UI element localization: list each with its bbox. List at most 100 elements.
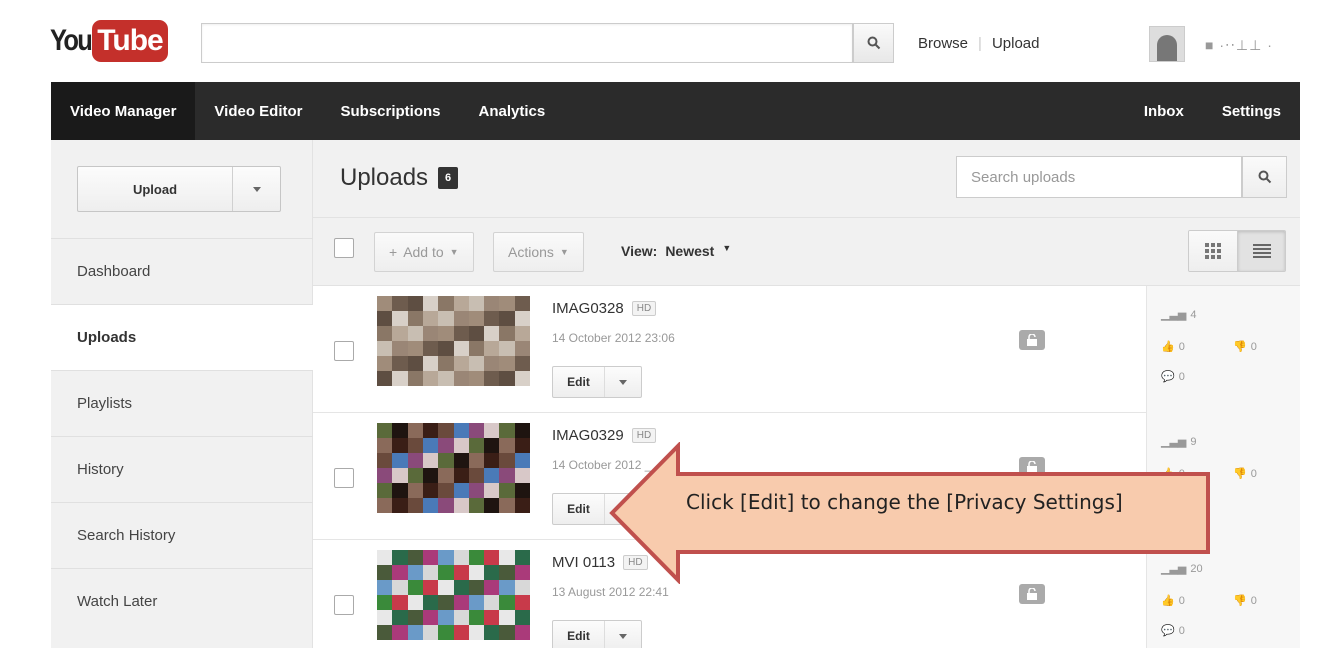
- logo-tube: Tube: [92, 20, 168, 62]
- list-view-button[interactable]: [1237, 231, 1285, 271]
- privacy-unlock-icon: [1019, 330, 1045, 350]
- comments-count: 0: [1178, 624, 1185, 637]
- add-to-label: Add to: [403, 244, 444, 260]
- edit-dropdown[interactable]: [605, 367, 641, 397]
- upload-link[interactable]: Upload: [992, 35, 1040, 52]
- thumbs-down-icon: 👎: [1233, 341, 1247, 353]
- nav-settings[interactable]: Settings: [1203, 82, 1300, 140]
- youtube-video-manager: You Tube Browse | Upload ■ ·‧‧⊥⊥ · Video…: [0, 0, 1331, 648]
- video-thumbnail[interactable]: [377, 423, 530, 513]
- thumbs-up-icon: 👍: [1161, 341, 1175, 353]
- plus-icon: +: [389, 244, 398, 260]
- username-menu[interactable]: ■ ·‧‧⊥⊥ ·: [1205, 37, 1273, 54]
- video-date: 14 October 2012 23:06: [552, 331, 675, 345]
- navbar: Video Manager Video Editor Subscriptions…: [51, 82, 1300, 140]
- edit-split-button: Edit: [552, 620, 642, 648]
- sidebar-list: Dashboard Uploads Playlists History Sear…: [51, 238, 313, 634]
- actions-label: Actions: [508, 244, 554, 260]
- sidebar-item-uploads[interactable]: Uploads: [51, 304, 313, 370]
- nav-inbox[interactable]: Inbox: [1125, 82, 1203, 140]
- view-sort-dropdown[interactable]: View: Newest ▼: [621, 243, 731, 259]
- video-checkbox[interactable]: [334, 595, 354, 615]
- views-bar-icon: ▁▃▅: [1161, 309, 1187, 321]
- chevron-down-icon: ▼: [449, 247, 459, 257]
- upload-split-button: Upload: [77, 166, 281, 212]
- page-title: Uploads 6: [340, 164, 459, 192]
- top-links: Browse | Upload: [918, 35, 1039, 52]
- edit-split-button: Edit: [552, 366, 642, 398]
- grid-icon: [1205, 243, 1221, 259]
- nav-subscriptions[interactable]: Subscriptions: [322, 82, 460, 140]
- nav-video-editor[interactable]: Video Editor: [195, 82, 321, 140]
- thumbs-down-icon: 👎: [1233, 468, 1247, 480]
- video-thumbnail[interactable]: [377, 550, 530, 640]
- video-date: 13 August 2012 22:41: [552, 585, 669, 599]
- view-toggle: [1188, 230, 1286, 272]
- uploads-header: Uploads 6 Search uploads: [313, 140, 1300, 218]
- comment-icon: 💬: [1161, 371, 1175, 383]
- uploads-count-badge: 6: [438, 167, 459, 189]
- chevron-down-icon: [619, 379, 627, 385]
- search-input[interactable]: [201, 23, 853, 63]
- select-all-checkbox[interactable]: [334, 238, 354, 258]
- dislikes-count: 0: [1250, 594, 1257, 607]
- dislikes-count: 0: [1250, 467, 1257, 480]
- likes-count: 0: [1178, 340, 1185, 353]
- link-separator: |: [978, 35, 982, 52]
- video-title-text[interactable]: IMAG0328: [552, 300, 624, 317]
- search-uploads-button[interactable]: [1242, 156, 1287, 198]
- chevron-down-icon: ▼: [722, 243, 732, 253]
- edit-button[interactable]: Edit: [553, 367, 605, 397]
- logo-you: You: [50, 24, 93, 57]
- chevron-down-icon: [619, 633, 627, 639]
- sidebar-item-history[interactable]: History: [51, 436, 313, 502]
- grid-view-button[interactable]: [1189, 231, 1237, 271]
- upload-dropdown[interactable]: [232, 167, 280, 211]
- video-checkbox[interactable]: [334, 468, 354, 488]
- search-icon: [867, 36, 880, 50]
- view-value: Newest: [665, 243, 715, 259]
- actions-button[interactable]: Actions ▼: [493, 232, 584, 272]
- video-title-text[interactable]: MVI 0113: [552, 554, 615, 571]
- view-label: View:: [621, 243, 658, 259]
- edit-button[interactable]: Edit: [553, 494, 605, 524]
- nav-analytics[interactable]: Analytics: [460, 82, 565, 140]
- search-icon: [1258, 170, 1271, 184]
- thumbs-down-icon: 👎: [1233, 595, 1247, 607]
- video-row: IMAG0328 HD 14 October 2012 23:06 Edit ▁…: [313, 286, 1300, 413]
- likes-count: 0: [1178, 594, 1185, 607]
- nav-video-manager[interactable]: Video Manager: [51, 82, 196, 140]
- sidebar-item-search-history[interactable]: Search History: [51, 502, 313, 568]
- edit-dropdown[interactable]: [605, 621, 641, 648]
- thumbs-up-icon: 👍: [1161, 595, 1175, 607]
- hd-badge: HD: [631, 301, 657, 316]
- dislikes-count: 0: [1250, 340, 1257, 353]
- uploads-toolbar: + Add to ▼ Actions ▼ View: Newest ▼: [313, 218, 1300, 286]
- hd-badge: HD: [631, 428, 657, 443]
- search-uploads-input[interactable]: Search uploads: [956, 156, 1242, 198]
- chevron-down-icon: [252, 186, 261, 192]
- comments-count: 0: [1178, 370, 1185, 383]
- add-to-button[interactable]: + Add to ▼: [374, 232, 474, 272]
- video-title: IMAG0328 HD: [552, 300, 657, 317]
- avatar-silhouette-icon: [1157, 35, 1177, 61]
- chevron-down-icon: ▼: [559, 247, 569, 257]
- video-thumbnail[interactable]: [377, 296, 530, 386]
- search-button[interactable]: [853, 23, 894, 63]
- privacy-unlock-icon: [1019, 584, 1045, 604]
- upload-button[interactable]: Upload: [78, 167, 232, 211]
- sidebar-item-playlists[interactable]: Playlists: [51, 370, 313, 436]
- list-icon: [1252, 244, 1271, 258]
- video-checkbox[interactable]: [334, 341, 354, 361]
- page-title-text: Uploads: [340, 164, 429, 191]
- callout-text: Click [Edit] to change the [Privacy Sett…: [686, 490, 1123, 514]
- sidebar-item-watch-later[interactable]: Watch Later: [51, 568, 313, 634]
- avatar[interactable]: [1149, 26, 1185, 62]
- sidebar-item-dashboard[interactable]: Dashboard: [51, 238, 313, 304]
- video-stats: ▁▃▅ 4 👍 0 👎 0 💬 0: [1146, 286, 1300, 413]
- edit-button[interactable]: Edit: [553, 621, 605, 648]
- browse-link[interactable]: Browse: [918, 35, 968, 52]
- comment-icon: 💬: [1161, 625, 1175, 637]
- youtube-logo[interactable]: You Tube: [50, 20, 168, 62]
- sidebar: Upload Dashboard Uploads Playlists Histo…: [51, 140, 313, 648]
